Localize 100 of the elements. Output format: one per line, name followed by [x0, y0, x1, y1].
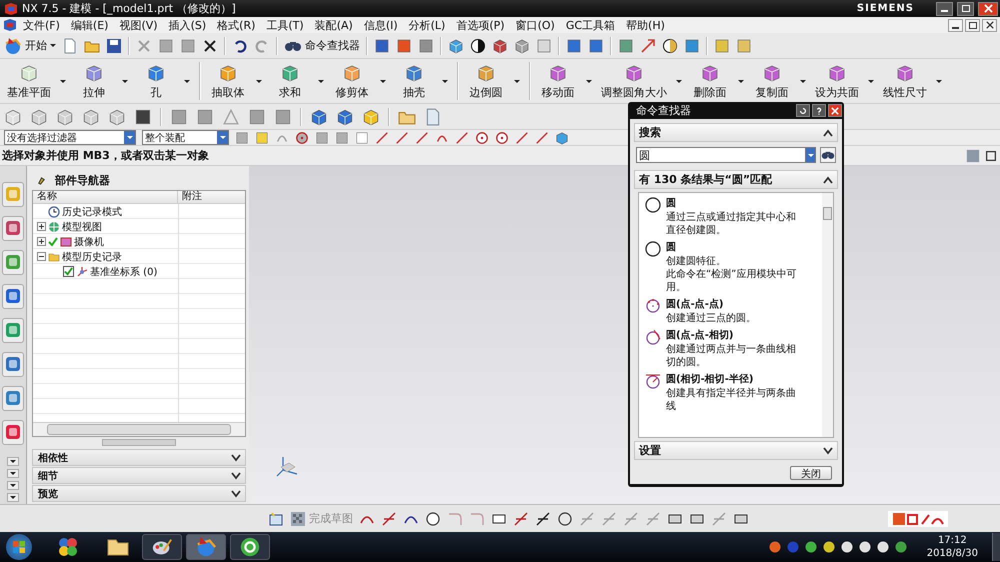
circle-icon[interactable] — [645, 373, 661, 389]
feature-button[interactable]: 求和 — [268, 62, 312, 100]
cross-icon[interactable] — [202, 38, 218, 54]
line-icon[interactable] — [381, 510, 397, 526]
feature-button[interactable]: 调整圆角大小 — [598, 62, 670, 100]
feature-button[interactable]: 孔 — [134, 62, 178, 100]
resource-tab[interactable] — [2, 216, 24, 241]
circle-icon[interactable] — [495, 130, 509, 144]
resource-tab[interactable] — [2, 318, 24, 343]
taskbar-button[interactable] — [142, 534, 182, 560]
feature-button[interactable]: 删除面 — [688, 62, 732, 100]
feature-button[interactable]: 复制面 — [750, 62, 794, 100]
minimize-button[interactable] — [948, 18, 963, 32]
menu-item[interactable]: 视图(V) — [114, 18, 163, 32]
frame-icon[interactable] — [984, 148, 998, 162]
result-title[interactable]: 圆 — [666, 197, 802, 211]
cube-icon[interactable] — [362, 108, 380, 126]
pin-icon[interactable] — [36, 174, 47, 186]
reset-button[interactable] — [796, 104, 810, 117]
restore-button[interactable] — [965, 18, 980, 32]
resource-tab[interactable] — [2, 352, 24, 377]
menu-item[interactable]: 分析(L) — [404, 18, 450, 32]
shaded-sphere-icon[interactable] — [470, 38, 486, 54]
feature-button[interactable]: 设为共面 — [812, 62, 862, 100]
menu-item[interactable]: 信息(I) — [358, 18, 403, 32]
resource-tab[interactable] — [2, 420, 24, 445]
scope-dropdown[interactable]: 整个装配 — [142, 130, 229, 145]
tree-item[interactable]: 基准坐标系 (0) — [33, 264, 245, 279]
find-button[interactable] — [820, 147, 836, 163]
feature-button[interactable]: 线性尺寸 — [880, 62, 930, 100]
menu-item[interactable]: GC工具箱 — [560, 18, 620, 32]
expand-toggle-icon[interactable] — [37, 237, 46, 246]
extrude-icon[interactable] — [108, 108, 126, 126]
shield-icon[interactable] — [894, 541, 907, 553]
undo-icon[interactable] — [232, 38, 248, 54]
scroll-button[interactable] — [7, 468, 19, 478]
vertical-scrollbar[interactable] — [822, 193, 833, 437]
menu-item[interactable]: 编辑(E) — [66, 18, 114, 32]
menu-item[interactable]: 帮助(H) — [621, 18, 670, 32]
resource-tab[interactable] — [2, 250, 24, 275]
sketch-icon[interactable] — [268, 510, 284, 526]
taskbar-button[interactable] — [230, 534, 270, 560]
tree-item[interactable]: 模型视图 — [33, 219, 245, 234]
cube-icon[interactable] — [448, 38, 464, 54]
menu-item[interactable]: 格式(R) — [212, 18, 260, 32]
splitter-handle[interactable] — [102, 439, 176, 446]
circle-icon[interactable] — [475, 130, 489, 144]
line-icon[interactable] — [395, 130, 409, 144]
circle-icon[interactable] — [645, 298, 661, 314]
feature-button[interactable]: 基准平面 — [4, 62, 54, 100]
expand-toggle-icon[interactable] — [37, 222, 46, 231]
close-button[interactable] — [982, 18, 997, 32]
polyline-icon[interactable] — [513, 510, 529, 526]
resource-tab[interactable] — [2, 284, 24, 309]
resource-tab[interactable] — [2, 386, 24, 411]
collapsible-panel-header[interactable]: 预览 — [32, 485, 246, 502]
menu-item[interactable]: 窗口(O) — [510, 18, 560, 32]
column-header[interactable]: 附注 — [178, 191, 202, 203]
menu-item[interactable]: 首选项(P) — [451, 18, 510, 32]
expand-toggle-icon[interactable] — [37, 252, 46, 261]
feature-button[interactable]: 抽壳 — [392, 62, 436, 100]
result-title[interactable]: 圆 — [666, 241, 802, 255]
tree-item[interactable]: 历史记录模式 — [33, 204, 245, 219]
scroll-button[interactable] — [7, 480, 19, 490]
cube-icon[interactable] — [336, 108, 354, 126]
checkbox[interactable] — [63, 266, 74, 277]
dropdown-button[interactable] — [805, 147, 816, 163]
column-header[interactable]: 名称 — [33, 191, 178, 203]
cube-icon[interactable] — [492, 38, 508, 54]
result-title[interactable]: 圆(点-点-相切) — [666, 329, 802, 343]
feature-button[interactable]: 边倒圆 — [464, 62, 508, 100]
menu-item[interactable]: 工具(T) — [261, 18, 309, 32]
cube-icon[interactable] — [310, 108, 328, 126]
close-dialog-button[interactable]: 关闭 — [790, 466, 832, 480]
scroll-button[interactable] — [7, 456, 19, 466]
circle-icon[interactable] — [425, 510, 441, 526]
feature-button[interactable]: 拉伸 — [72, 62, 116, 100]
type-filter-dropdown[interactable]: 没有选择过滤器 — [4, 130, 136, 145]
flower-app-icon[interactable] — [56, 535, 80, 559]
result-title[interactable]: 圆(相切-相切-半径) — [666, 373, 802, 387]
command-finder-button[interactable]: 命令查找器 — [284, 38, 360, 53]
feature-button[interactable]: 移动面 — [536, 62, 580, 100]
close-button[interactable] — [978, 2, 998, 16]
circle-icon[interactable] — [645, 241, 661, 257]
help-button[interactable] — [812, 104, 826, 117]
collapsible-panel-header[interactable]: 细节 — [32, 467, 246, 484]
tree-item[interactable]: 模型历史记录 — [33, 249, 245, 264]
search-field[interactable]: 圆 — [636, 147, 805, 163]
horizontal-scrollbar[interactable] — [33, 422, 245, 436]
menu-item[interactable]: 插入(S) — [164, 18, 212, 32]
extrude-icon[interactable] — [30, 108, 48, 126]
result-title[interactable]: 圆(点-点-点) — [666, 298, 802, 312]
section-header[interactable]: 设置 — [634, 441, 838, 460]
menu-item[interactable]: 装配(A) — [310, 18, 358, 32]
cube-icon[interactable] — [514, 38, 530, 54]
restore-button[interactable] — [957, 2, 974, 16]
tree-item[interactable]: 摄像机 — [33, 234, 245, 249]
feature-button[interactable]: 抽取体 — [206, 62, 250, 100]
minimize-button[interactable] — [936, 2, 953, 16]
extrude-icon[interactable] — [56, 108, 74, 126]
